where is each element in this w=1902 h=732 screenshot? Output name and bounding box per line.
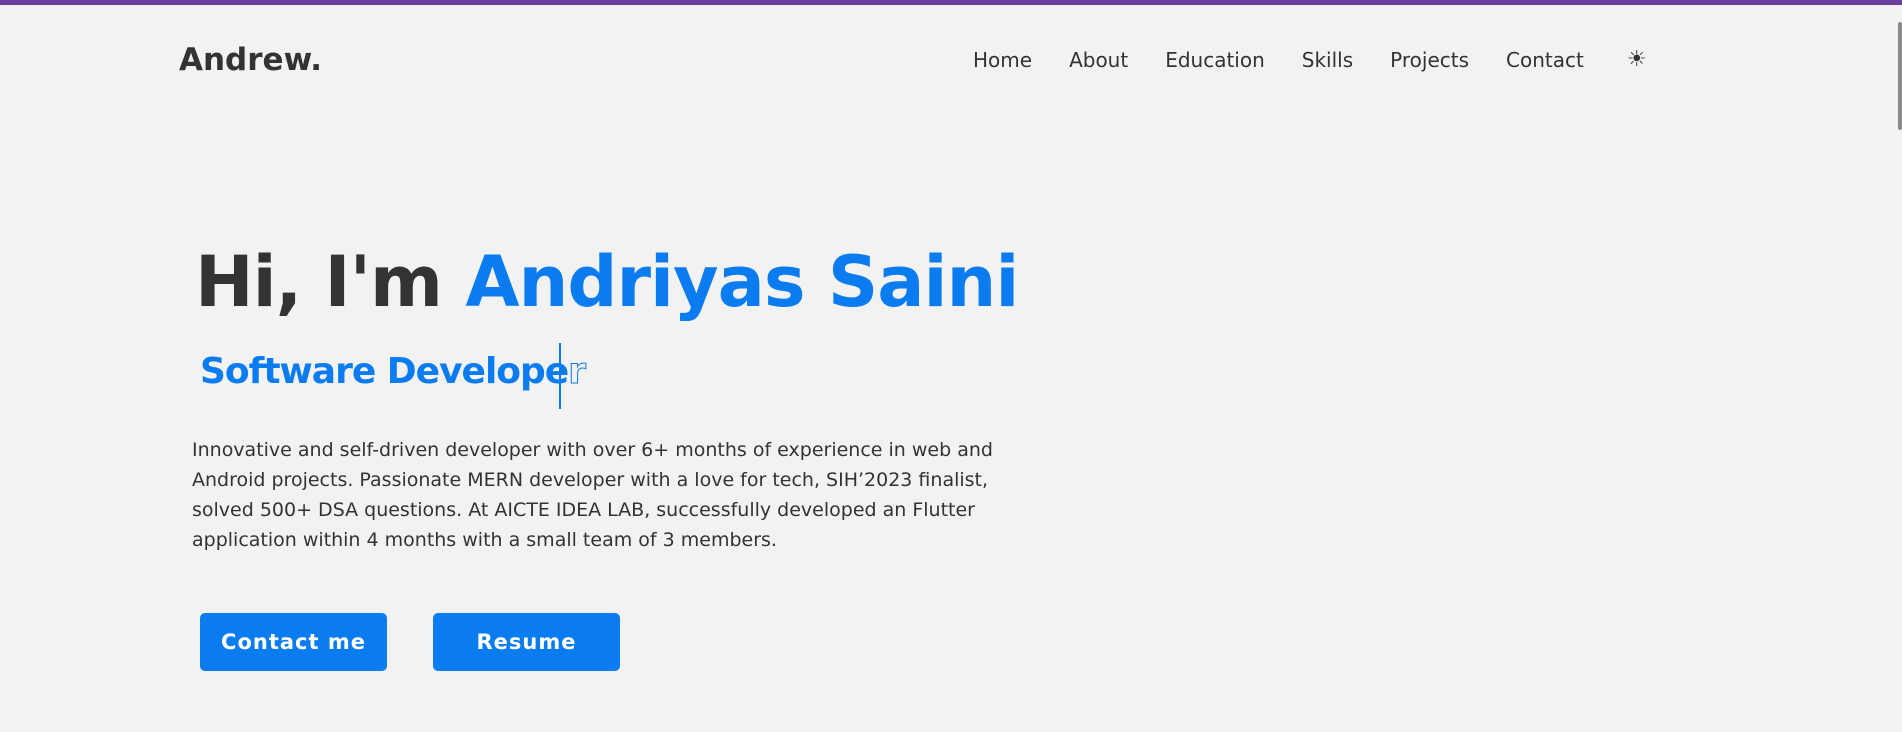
nav-link-contact[interactable]: Contact	[1506, 48, 1584, 72]
contact-me-button[interactable]: Contact me	[200, 613, 387, 671]
nav-link-about[interactable]: About	[1069, 48, 1128, 72]
typing-caret	[559, 343, 561, 409]
hero-greeting: Hi, I'm	[195, 241, 466, 323]
nav-link-education[interactable]: Education	[1165, 48, 1265, 72]
hero-name: Andriyas Saini	[465, 241, 1019, 323]
sun-icon[interactable]: ☀	[1627, 49, 1647, 71]
site-logo[interactable]: Andrew.	[179, 42, 322, 78]
main-nav: Home About Education Skills Projects Con…	[973, 48, 1647, 72]
typed-role: Software Developer	[200, 351, 587, 392]
typed-role-pending: r	[568, 351, 587, 392]
nav-link-projects[interactable]: Projects	[1390, 48, 1469, 72]
hero-title: Hi, I'm Andriyas Saini	[195, 241, 1019, 323]
resume-button[interactable]: Resume	[433, 613, 620, 671]
typed-role-text: Software Develope	[200, 351, 569, 392]
hero-description: Innovative and self-driven developer wit…	[192, 439, 993, 551]
nav-link-home[interactable]: Home	[973, 48, 1032, 72]
nav-link-skills[interactable]: Skills	[1302, 48, 1353, 72]
top-accent-bar	[0, 0, 1902, 5]
scrollbar-thumb[interactable]	[1898, 22, 1902, 130]
